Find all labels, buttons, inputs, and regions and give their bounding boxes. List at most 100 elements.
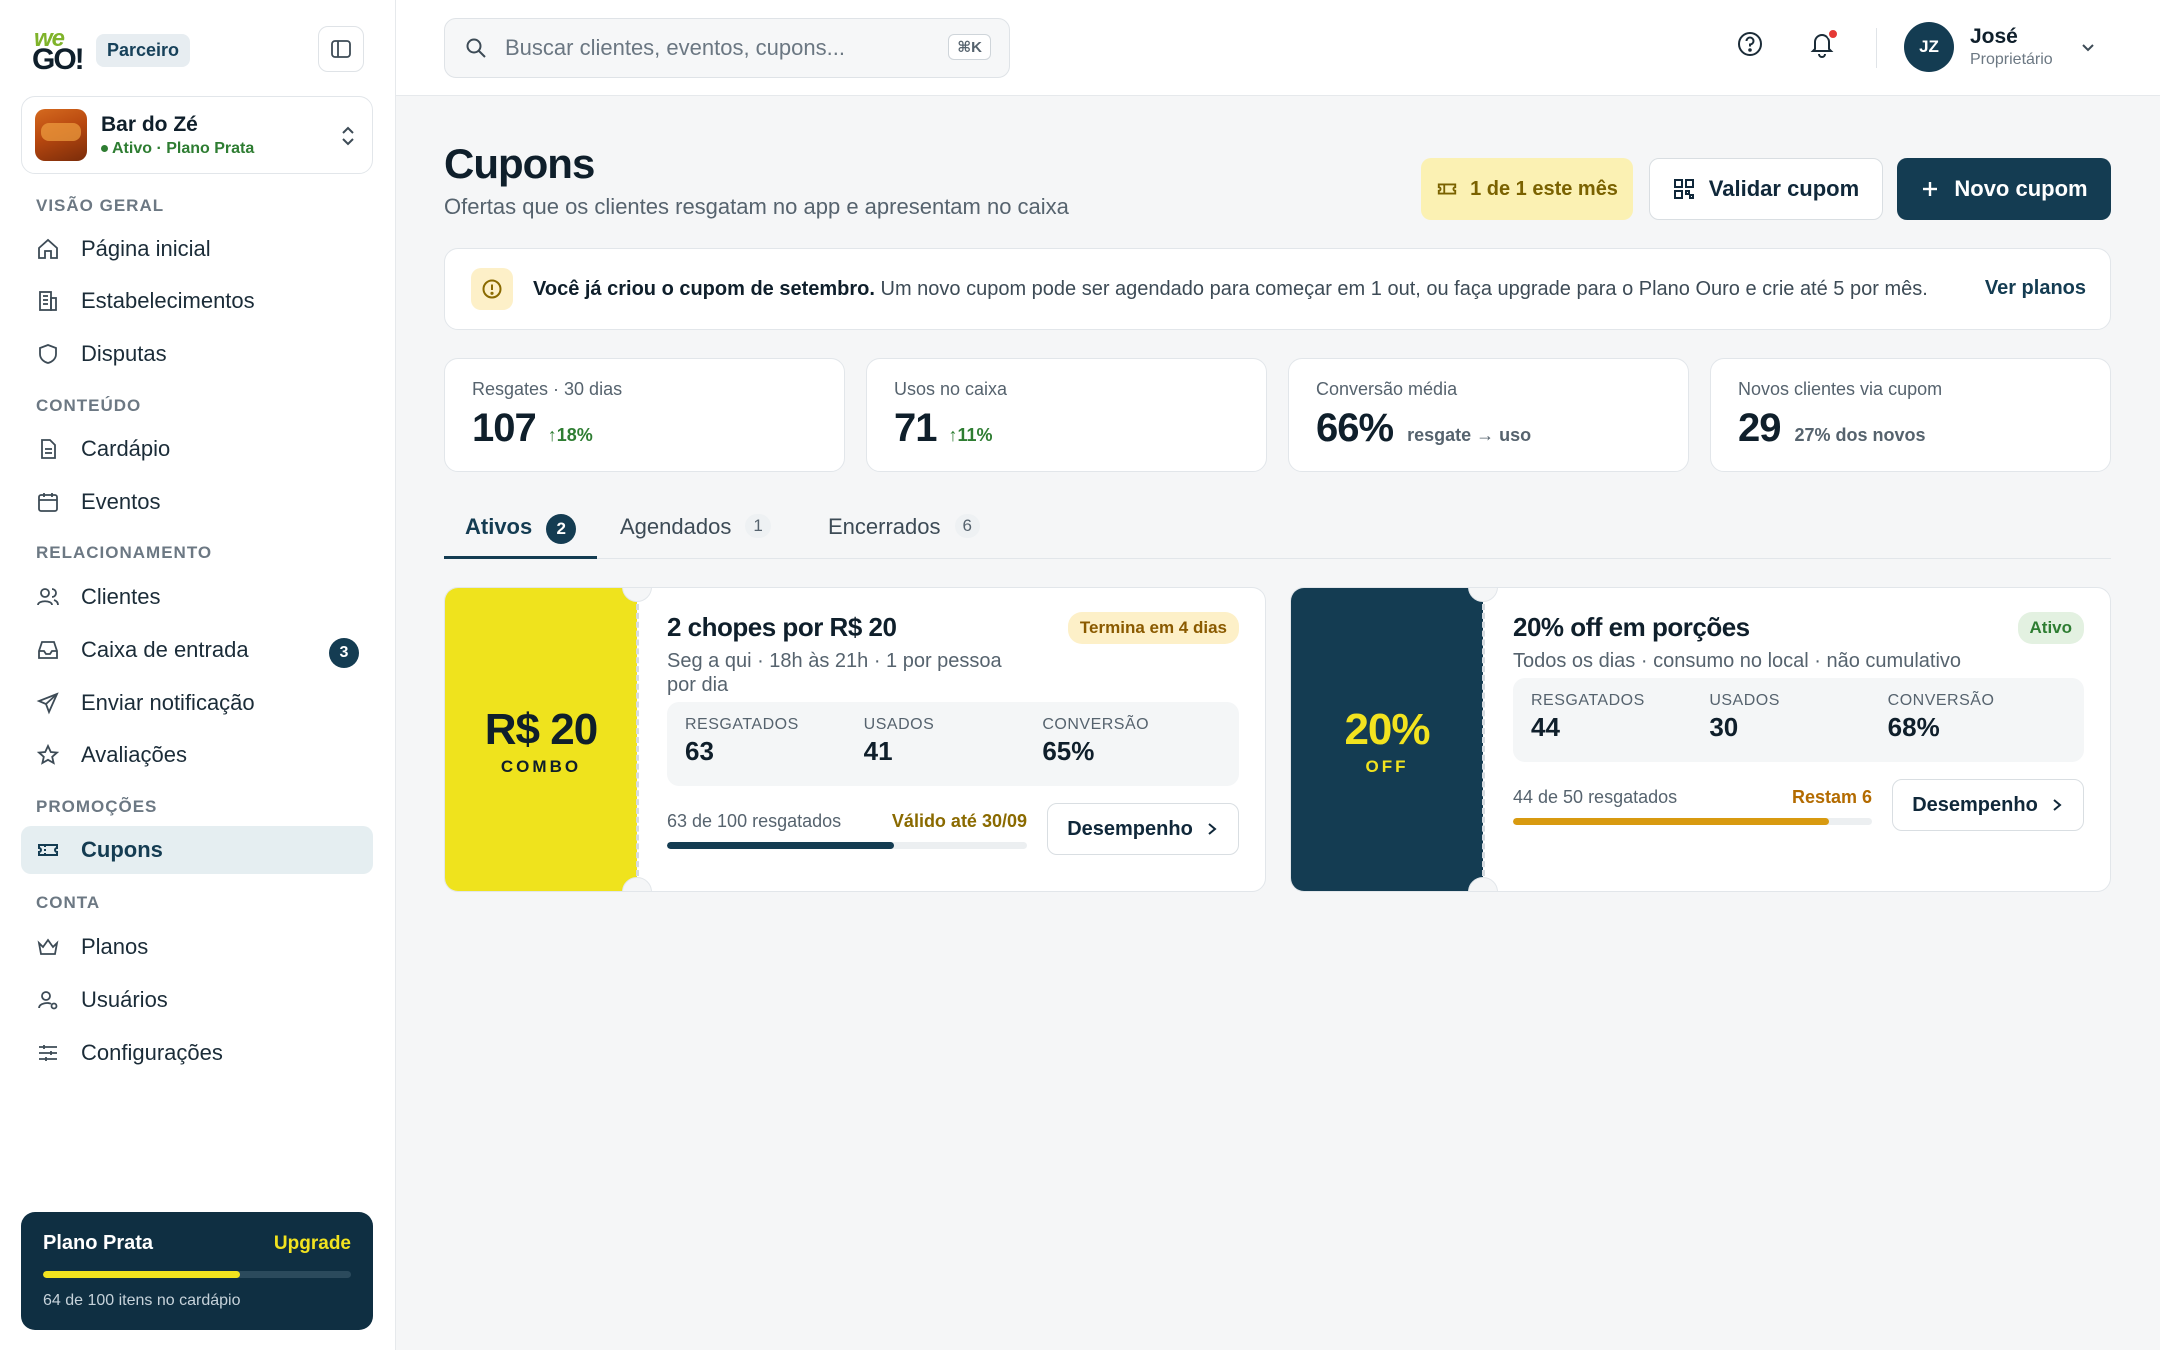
stat-delta-text: 18% — [556, 425, 593, 445]
sidebar-item-menu[interactable]: Cardápio — [21, 425, 373, 473]
sidebar-item-inbox[interactable]: Caixa de entrada 3 — [21, 626, 373, 674]
performance-label: Desempenho — [1912, 793, 2038, 816]
coupon-metrics: RESGATADOS 44 USADOS 30 CONVERSÃO 68% — [1513, 678, 2084, 762]
venue-name: Bar do Zé — [101, 112, 198, 136]
sidebar-item-label: Planos — [81, 934, 149, 959]
venue-status-text: Ativo · Plano Prata — [112, 139, 255, 157]
tab-label: Ativos — [465, 514, 533, 539]
tab-ended[interactable]: Encerrados 6 — [828, 504, 980, 559]
sidebar-item-label: Cupons — [81, 837, 163, 862]
user-menu[interactable]: JZ José Proprietário — [1904, 22, 2097, 72]
new-coupon-button[interactable]: Novo cupom — [1897, 158, 2111, 220]
stat-value: 29 — [1738, 406, 1781, 450]
sidebar-item-users[interactable]: Usuários — [21, 976, 373, 1024]
metric-label: USADOS — [1709, 692, 1780, 709]
send-icon — [35, 690, 61, 716]
venue-photo — [35, 109, 87, 161]
coupon-subtitle: Todos os dias · consumo no local · não c… — [1513, 650, 1962, 672]
sidebar-item-home[interactable]: Página inicial — [21, 225, 373, 273]
banner-message: Você já criou o cupom de setembro. Um no… — [533, 278, 1928, 301]
coupon-stub-caption: OFF — [1365, 756, 1409, 776]
sidebar-item-label: Clientes — [81, 584, 161, 609]
inbox-count-badge: 3 — [329, 638, 359, 668]
stat-note: resgate → uso — [1407, 425, 1532, 445]
coupon-stub-value: R$ 20 — [484, 704, 598, 754]
progress-bar — [667, 842, 1027, 849]
limit-banner: Você já criou o cupom de setembro. Um no… — [444, 248, 2111, 330]
coupon-stub-value: 20% — [1344, 704, 1430, 754]
metric-label: CONVERSÃO — [1887, 692, 1995, 709]
redemption-progress: 63 de 100 resgatados Válido até 30/09 — [667, 811, 1027, 849]
metric-value: 30 — [1709, 712, 1739, 742]
sidebar-item-coupons[interactable]: Cupons — [21, 826, 373, 874]
sidebar-item-label: Página inicial — [81, 236, 211, 261]
chevron-right-icon — [2050, 797, 2064, 813]
search-input[interactable] — [505, 35, 925, 61]
sidebar-toggle-icon — [331, 40, 351, 58]
document-icon — [35, 436, 61, 462]
stat-value: 71 — [894, 406, 937, 450]
star-icon — [35, 742, 61, 768]
topbar: ⌘K JZ José Proprietário — [396, 0, 2160, 96]
metric-value: 44 — [1531, 712, 1560, 742]
brand-row: we GO! Parceiro — [32, 25, 364, 76]
chevron-right-icon — [1205, 821, 1219, 837]
progress-fill — [1513, 818, 1829, 825]
tab-active[interactable]: Ativos 2 — [444, 504, 598, 559]
sidebar-item-events[interactable]: Eventos — [21, 478, 373, 526]
sidebar-item-label: Estabelecimentos — [81, 288, 255, 313]
sidebar-item-establishments[interactable]: Estabelecimentos — [21, 277, 373, 325]
upgrade-link[interactable]: Upgrade — [274, 1233, 351, 1255]
coupon-card: 20% OFF 20% off em porções Todos os dias… — [1290, 587, 2111, 892]
plan-name: Plano Prata — [43, 1232, 154, 1254]
help-button[interactable] — [1736, 30, 1764, 63]
notifications-button[interactable] — [1808, 28, 1839, 63]
coupon-metrics: RESGATADOS 63 USADOS 41 CONVERSÃO 65% — [667, 702, 1239, 786]
new-coupon-label: Novo cupom — [1954, 176, 2088, 201]
venue-switcher[interactable]: Bar do Zé Ativo · Plano Prata — [21, 96, 373, 174]
nav-section-relationship: RELACIONAMENTO — [36, 543, 213, 562]
page-subtitle: Ofertas que os clientes resgatam no app … — [444, 194, 1069, 219]
redemption-progress: 44 de 50 resgatados Restam 6 — [1513, 787, 1872, 825]
see-plans-link[interactable]: Ver planos — [1985, 277, 2086, 300]
coupon-stub: R$ 20 COMBO — [445, 588, 637, 891]
building-icon — [35, 288, 61, 314]
sidebar-item-clients[interactable]: Clientes — [21, 573, 373, 621]
tab-scheduled[interactable]: Agendados 1 — [620, 504, 771, 559]
sidebar-item-label: Usuários — [81, 987, 168, 1012]
performance-button[interactable]: Desempenho — [1047, 803, 1239, 855]
search-icon — [466, 38, 486, 58]
stat-delta: ↑18% — [548, 425, 593, 446]
wego-logo[interactable]: we GO! — [32, 25, 85, 76]
metric-value: 63 — [685, 736, 714, 766]
sidebar-item-settings[interactable]: Configurações — [21, 1029, 373, 1077]
stat-label: Novos clientes via cupom — [1738, 379, 1943, 399]
logo-bottom-text: GO! — [32, 43, 85, 76]
sidebar-item-send-notification[interactable]: Enviar notificação — [21, 679, 373, 727]
partner-badge: Parceiro — [96, 33, 191, 67]
sidebar-item-disputes[interactable]: Disputas — [21, 330, 373, 378]
stat-card-uses: Usos no caixa 71 ↑11% — [866, 358, 1267, 472]
tab-count: 2 — [546, 514, 577, 544]
collapse-sidebar-button[interactable] — [318, 26, 364, 72]
stat-card-conversion: Conversão média 66% resgate → uso — [1288, 358, 1689, 472]
sidebar-item-plans[interactable]: Planos — [21, 923, 373, 971]
users-icon — [35, 584, 61, 610]
performance-button[interactable]: Desempenho — [1892, 779, 2084, 831]
status-dot — [101, 144, 108, 152]
sidebar-item-label: Disputas — [81, 341, 167, 366]
metric-label: CONVERSÃO — [1042, 716, 1150, 733]
search-bar[interactable]: ⌘K — [444, 18, 1010, 78]
sliders-icon — [35, 1040, 61, 1066]
user-name: José — [1970, 25, 2018, 48]
tab-label: Encerrados — [828, 514, 941, 539]
coupon-title: 20% off em porções — [1513, 612, 1750, 642]
sidebar-item-reviews[interactable]: Avaliações — [21, 731, 373, 779]
validate-coupon-button[interactable]: Validar cupom — [1649, 158, 1883, 220]
arrow-up-icon: ↑ — [948, 425, 958, 445]
venue-status: Ativo · Plano Prata — [101, 140, 254, 158]
coupon-card: R$ 20 COMBO 2 chopes por R$ 20 Seg a qui… — [444, 587, 1266, 892]
metric-value: 41 — [863, 736, 893, 766]
sidebar-item-label: Cardápio — [81, 436, 171, 461]
home-icon — [35, 236, 61, 262]
